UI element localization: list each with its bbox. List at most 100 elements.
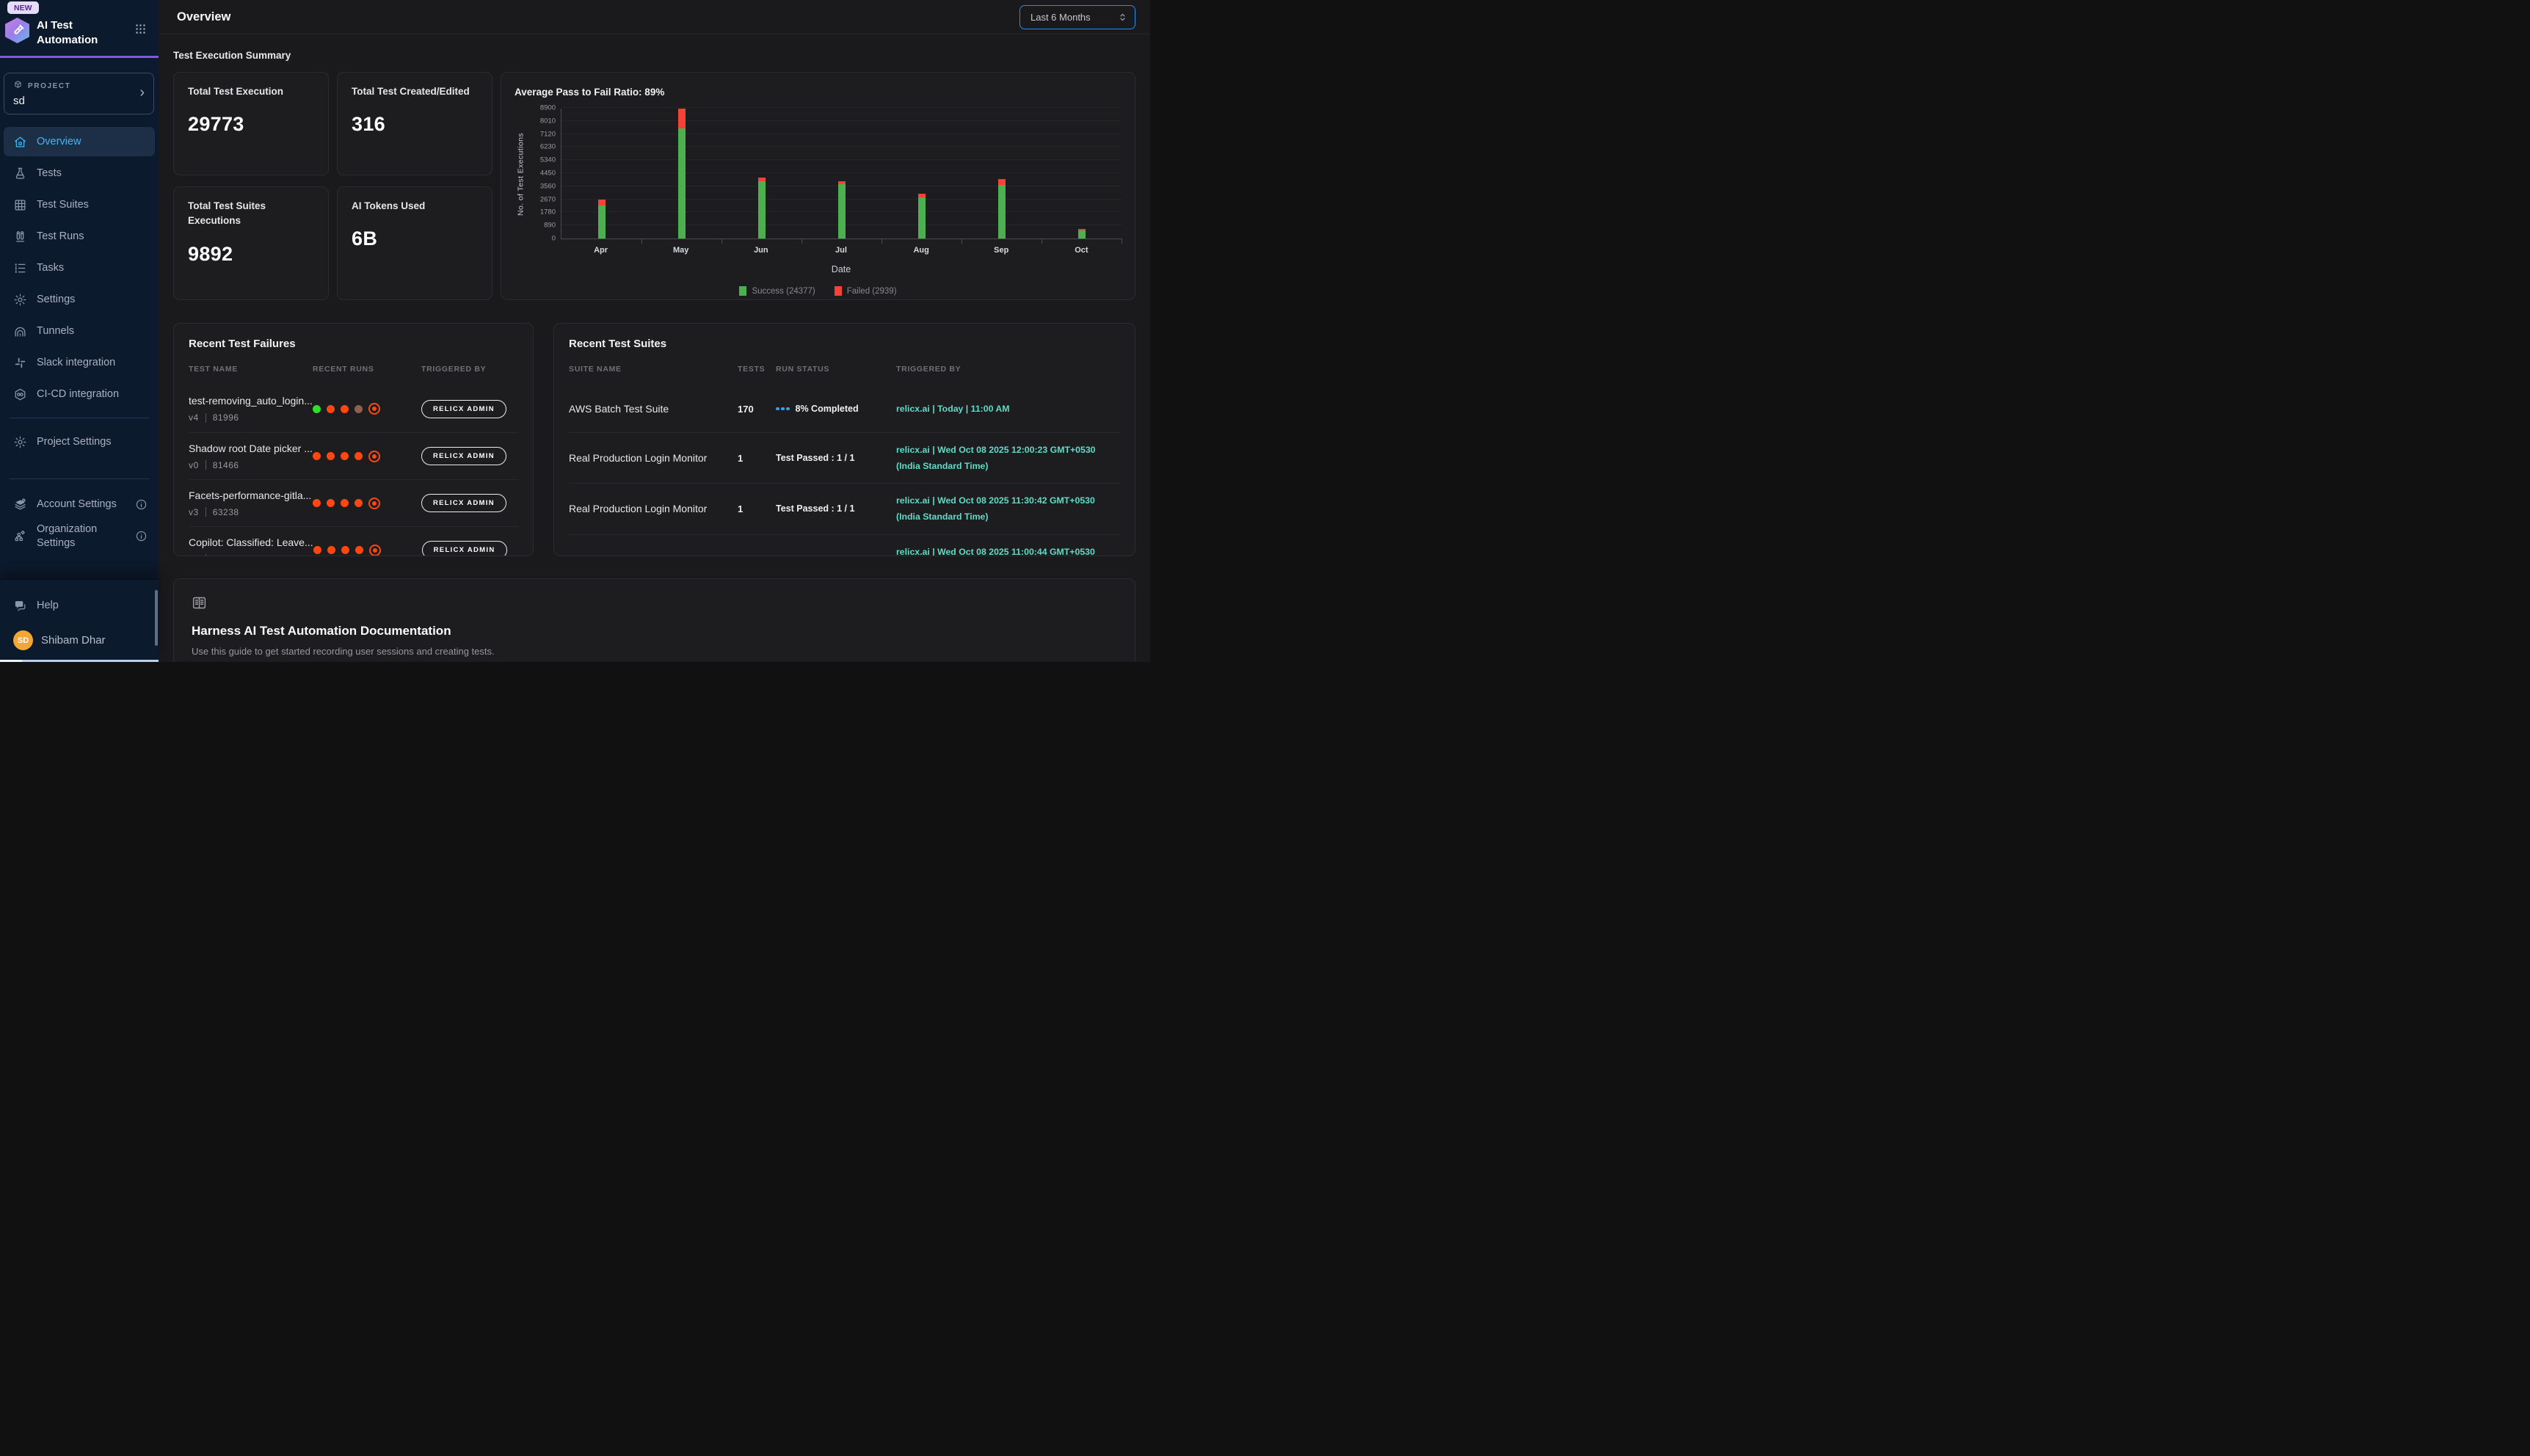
info-icon[interactable] — [135, 530, 148, 542]
run-status-dot-failed[interactable] — [327, 405, 335, 413]
y-tick-label: 8900 — [523, 104, 556, 112]
sidebar-item-label: Tests — [37, 167, 62, 181]
suite-name[interactable]: Real Production Login Monitor — [569, 554, 733, 556]
stat-label: Total Test Execution — [188, 84, 314, 99]
bar-segment-failed — [678, 109, 686, 129]
sidebar-item-slack-integration[interactable]: Slack integration — [4, 348, 155, 377]
project-selector[interactable]: PROJECT sd › — [4, 73, 154, 114]
suite-row[interactable]: Real Production Login Monitor1Test Passe… — [569, 483, 1120, 534]
x-tick-mark — [881, 239, 882, 244]
sidebar-item-settings[interactable]: Settings — [4, 285, 155, 314]
suite-triggered-by[interactable]: relicx.ai | Wed Oct 08 2025 11:30:42 GMT… — [896, 492, 1120, 525]
run-status-dot-stale[interactable] — [355, 405, 363, 413]
sidebar-item-organization-settings[interactable]: Organization Settings — [4, 521, 155, 552]
suite-row[interactable]: AWS Batch Test Suite1708% Completedrelic… — [569, 385, 1120, 432]
docs-title: Harness AI Test Automation Documentation — [192, 624, 1117, 638]
time-range-select[interactable]: Last 6 Months — [1019, 5, 1135, 29]
run-status-dot-ring[interactable] — [368, 451, 380, 462]
section-title: Test Execution Summary — [173, 50, 1135, 61]
sidebar-item-account-settings[interactable]: Account Settings — [4, 489, 155, 519]
run-status-dot-failed[interactable] — [313, 452, 321, 460]
sidebar-item-test-suites[interactable]: Test Suites — [4, 190, 155, 219]
recent-test-failures-card: Recent Test Failures TEST NAMERECENT RUN… — [173, 323, 534, 556]
failure-row[interactable]: Facets-performance-gitla...v363238RELICX… — [189, 479, 518, 526]
stat-card-ai-tokens-used: AI Tokens Used6B — [337, 186, 492, 300]
test-name[interactable]: Facets-performance-gitla... — [189, 489, 313, 501]
test-name[interactable]: Copilot: Classified: Leave... — [189, 536, 313, 548]
x-axis-label: Date — [561, 264, 1122, 274]
suite-triggered-by[interactable]: relicx.ai | Today | 11:00 AM — [896, 401, 1120, 417]
run-status-dot-success[interactable] — [313, 405, 321, 413]
test-version-id: v081466 — [189, 460, 313, 470]
failure-row[interactable]: test-removing_auto_login... v481996 RELICX… — [189, 385, 518, 432]
suite-triggered-by[interactable]: relicx.ai | Wed Oct 08 2025 11:00:44 GMT… — [896, 544, 1120, 557]
test-version-id: v481996 — [189, 412, 313, 423]
project-label: PROJECT — [28, 82, 70, 90]
brand-divider — [0, 56, 159, 58]
run-status-dot-failed[interactable] — [341, 452, 349, 460]
x-tick-label: May — [641, 246, 721, 255]
sidebar-menu: Overview Tests Test Suites Test Runs Tasks Se… — [0, 127, 159, 554]
test-name[interactable]: Shadow root Date picker ... — [189, 443, 313, 454]
failure-row[interactable]: Copilot: Classified: Leave... v663129 RELI… — [189, 526, 518, 556]
run-status-dot-failed[interactable] — [355, 546, 363, 554]
suite-row[interactable]: Real Production Login Monitor1Test Passe… — [569, 534, 1120, 557]
suites-table-body: AWS Batch Test Suite1708% Completedrelic… — [569, 385, 1120, 556]
run-status-dot-failed[interactable] — [327, 546, 335, 554]
sidebar-horizontal-scrollbar[interactable] — [0, 660, 159, 662]
run-status-dot-ring[interactable] — [368, 498, 380, 509]
run-status-dot-failed[interactable] — [341, 405, 349, 413]
sidebar-vertical-scrollbar[interactable] — [155, 590, 158, 646]
chevron-right-icon: › — [139, 85, 145, 102]
y-tick-label: 7120 — [523, 130, 556, 138]
run-status-dot-failed[interactable] — [355, 499, 363, 507]
sidebar-item-tasks[interactable]: Tasks — [4, 253, 155, 283]
run-status-dot-failed[interactable] — [355, 452, 363, 460]
info-icon[interactable] — [135, 498, 148, 511]
run-status-dot-failed[interactable] — [313, 499, 321, 507]
sidebar-item-overview[interactable]: Overview — [4, 127, 155, 156]
run-status-dot-ring[interactable] — [368, 403, 380, 415]
run-status-dot-failed[interactable] — [327, 452, 335, 460]
sidebar-item-label: Settings — [37, 293, 75, 307]
triggered-by-badge[interactable]: RELICX ADMIN — [421, 447, 506, 465]
triggered-by-badge[interactable]: RELICX ADMIN — [421, 494, 506, 512]
sidebar-item-project-settings[interactable]: Project Settings — [4, 427, 155, 456]
stat-value: 6B — [352, 228, 478, 250]
test-name[interactable]: test-removing_auto_login... — [189, 395, 313, 407]
triggered-by-badge[interactable]: RELICX ADMIN — [422, 541, 507, 556]
sidebar-item-tests[interactable]: Tests — [4, 159, 155, 188]
triggered-by-badge[interactable]: RELICX ADMIN — [421, 400, 506, 418]
user-menu[interactable]: SD Shibam Dhar — [4, 625, 155, 656]
sidebar-item-label: Tasks — [37, 261, 64, 275]
run-status: Test Passed : 1 / 1 — [776, 503, 892, 514]
suite-name[interactable]: Real Production Login Monitor — [569, 503, 733, 514]
chart-legend: Success (24377)Failed (2939) — [515, 286, 1122, 296]
suite-tests-count: 170 — [738, 404, 771, 415]
suite-name[interactable]: AWS Batch Test Suite — [569, 403, 733, 415]
sidebar-item-test-runs[interactable]: Test Runs — [4, 222, 155, 251]
test-version-id: v663129 — [189, 554, 313, 557]
failures-table-header: TEST NAMERECENT RUNSTRIGGERED BY — [189, 359, 518, 385]
suite-name[interactable]: Real Production Login Monitor — [569, 452, 733, 464]
time-range-value: Last 6 Months — [1030, 12, 1091, 23]
column-header: RUN STATUS — [776, 365, 892, 374]
docs-icon — [192, 595, 1117, 614]
sidebar-item-ci-cd-integration[interactable]: CI-CD integration — [4, 379, 155, 409]
test-run-id: 81996 — [213, 412, 239, 423]
suite-triggered-by[interactable]: relicx.ai | Wed Oct 08 2025 12:00:23 GMT… — [896, 442, 1120, 474]
suite-row[interactable]: Real Production Login Monitor1Test Passe… — [569, 432, 1120, 483]
apps-grid-icon[interactable] — [134, 18, 147, 39]
run-status-dot-failed[interactable] — [341, 546, 349, 554]
y-tick-label: 6230 — [523, 143, 556, 151]
select-chevrons-icon — [1117, 12, 1128, 23]
run-status-dot-ring[interactable] — [369, 545, 381, 556]
layers-gear-icon — [13, 498, 27, 512]
failure-row[interactable]: Shadow root Date picker ... v081466 RELICX… — [189, 432, 518, 479]
bar-oct — [1042, 109, 1122, 239]
sidebar-item-tunnels[interactable]: Tunnels — [4, 316, 155, 346]
run-status-dot-failed[interactable] — [327, 499, 335, 507]
run-status-dot-failed[interactable] — [341, 499, 349, 507]
sidebar-item-help[interactable]: ? Help — [4, 591, 155, 620]
run-status-dot-failed[interactable] — [313, 546, 321, 554]
